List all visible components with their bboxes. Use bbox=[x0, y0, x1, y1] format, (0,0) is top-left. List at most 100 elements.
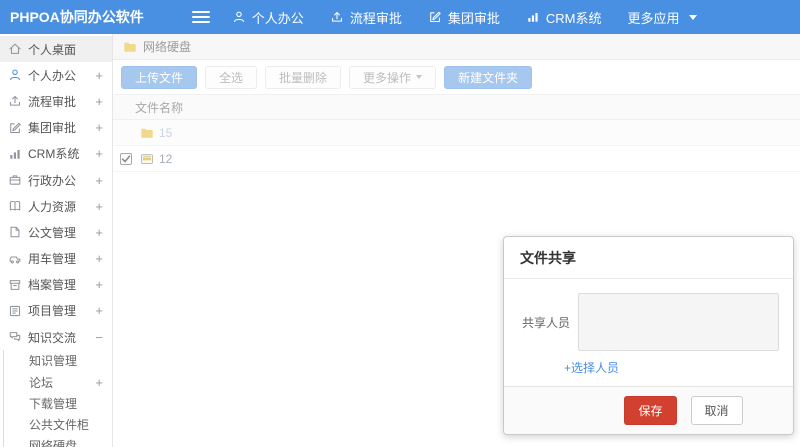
topbar-nav-label: 集团审批 bbox=[447, 10, 500, 26]
file-table-body: 15 12 bbox=[113, 120, 800, 172]
page: PHPOA协同办公软件 个人办公 流程审批 集团审批 CRM系统 更多应用 个人… bbox=[0, 0, 800, 447]
expand-toggle-icon[interactable]: + bbox=[95, 376, 103, 389]
topbar-nav-label: 流程审批 bbox=[349, 10, 402, 26]
folder-icon bbox=[123, 40, 137, 54]
expand-toggle-icon[interactable]: + bbox=[95, 278, 103, 291]
toolbar: 上传文件 全选 批量删除 更多操作 新建文件夹 bbox=[113, 60, 800, 94]
sidebar-item-label: 知识交流 bbox=[28, 330, 77, 345]
expand-toggle-icon[interactable]: + bbox=[95, 147, 103, 160]
sidebar-item[interactable]: 公文管理 + bbox=[0, 219, 112, 245]
sidebar-item-label: 个人办公 bbox=[28, 68, 77, 83]
file-name[interactable]: 12 bbox=[159, 152, 172, 166]
sidebar-subitem[interactable]: 下载管理 bbox=[4, 393, 112, 414]
column-file-name: 文件名称 bbox=[135, 100, 184, 115]
upload-icon bbox=[330, 10, 344, 24]
sidebar-item-label: 个人桌面 bbox=[28, 42, 77, 57]
sidebar-subitem[interactable]: 知识管理 bbox=[4, 350, 112, 371]
expand-toggle-icon[interactable]: + bbox=[95, 252, 103, 265]
sidebar-item[interactable]: 集团审批 + bbox=[0, 115, 112, 141]
folder-icon bbox=[139, 126, 155, 140]
sidebar-subitem[interactable]: 公共文件柜 bbox=[4, 414, 112, 435]
sidebar-item-label: 行政办公 bbox=[28, 173, 77, 188]
caret-down-icon bbox=[689, 14, 698, 20]
sidebar-subitem[interactable]: 论坛 + bbox=[4, 371, 112, 392]
row-checkbox[interactable] bbox=[120, 152, 132, 165]
expand-toggle-icon[interactable]: + bbox=[95, 174, 103, 187]
sidebar-item-label: CRM系统 bbox=[28, 147, 80, 162]
sidebar-item-label: 公文管理 bbox=[28, 225, 77, 240]
table-row[interactable]: 15 bbox=[113, 120, 800, 146]
sidebar-menu: 个人桌面 个人办公 + 流程审批 + 集团审批 + CRM系统 + 行政办公 +… bbox=[0, 34, 112, 350]
chat-icon bbox=[8, 330, 22, 344]
sidebar-subitem-label: 网络硬盘 bbox=[29, 439, 78, 447]
topbar-nav-item[interactable]: CRM系统 bbox=[526, 8, 602, 27]
upload-file-button[interactable]: 上传文件 bbox=[121, 65, 198, 89]
topbar-nav-item[interactable]: 更多应用 bbox=[627, 8, 698, 27]
expand-toggle-icon[interactable]: − bbox=[95, 331, 103, 344]
share-members-field[interactable] bbox=[578, 293, 779, 351]
edit-icon bbox=[8, 121, 22, 135]
app-logo: PHPOA协同办公软件 bbox=[10, 9, 144, 25]
archive-icon bbox=[8, 278, 22, 292]
chart-icon bbox=[526, 10, 540, 24]
car-icon bbox=[8, 252, 22, 266]
sidebar-item-label: 档案管理 bbox=[28, 278, 77, 293]
topbar-nav-label: CRM系统 bbox=[545, 10, 602, 26]
expand-toggle-icon[interactable]: + bbox=[95, 304, 103, 317]
sidebar-item[interactable]: 行政办公 + bbox=[0, 167, 112, 193]
batch-delete-button[interactable]: 批量删除 bbox=[265, 65, 342, 89]
sidebar-subitem-label: 下载管理 bbox=[29, 396, 78, 411]
topbar-nav-item[interactable]: 流程审批 bbox=[330, 8, 402, 27]
dialog-title: 文件共享 bbox=[504, 237, 793, 279]
sidebar-item-label: 用车管理 bbox=[28, 252, 77, 267]
share-members-label: 共享人员 bbox=[521, 315, 570, 330]
expand-toggle-icon[interactable]: + bbox=[95, 226, 103, 239]
hamburger-menu-icon[interactable] bbox=[191, 11, 210, 23]
topbar-nav-item[interactable]: 个人办公 bbox=[232, 8, 304, 27]
sidebar-subitem[interactable]: 网络硬盘 bbox=[4, 435, 112, 447]
table-row[interactable]: 12 bbox=[113, 146, 800, 172]
sidebar-item[interactable]: CRM系统 + bbox=[0, 141, 112, 167]
sidebar-item-label: 流程审批 bbox=[28, 94, 77, 109]
topbar-nav-label: 个人办公 bbox=[251, 10, 304, 26]
sidebar-item[interactable]: 用车管理 + bbox=[0, 246, 112, 272]
select-all-button[interactable]: 全选 bbox=[205, 65, 258, 89]
sidebar-item[interactable]: 人力资源 + bbox=[0, 193, 112, 219]
expand-toggle-icon[interactable]: + bbox=[95, 95, 103, 108]
sidebar-item-label: 人力资源 bbox=[28, 199, 77, 214]
sidebar-item[interactable]: 档案管理 + bbox=[0, 272, 112, 298]
dialog-footer: 保存 取消 bbox=[504, 386, 793, 434]
sidebar-item-label: 项目管理 bbox=[28, 304, 77, 319]
edit-icon bbox=[428, 10, 442, 24]
breadcrumb-label: 网络硬盘 bbox=[143, 40, 192, 54]
table-header: 文件名称 bbox=[113, 94, 800, 120]
sidebar-item[interactable]: 流程审批 + bbox=[0, 88, 112, 114]
topbar-nav: 个人办公 流程审批 集团审批 CRM系统 更多应用 bbox=[232, 8, 698, 27]
dialog-body: 共享人员 bbox=[504, 279, 793, 351]
save-button[interactable]: 保存 bbox=[624, 396, 677, 425]
expand-toggle-icon[interactable]: + bbox=[95, 69, 103, 82]
sidebar-item[interactable]: 个人桌面 bbox=[0, 36, 112, 63]
sidebar-item[interactable]: 知识交流 − bbox=[0, 324, 112, 350]
file-icon bbox=[139, 152, 155, 166]
book-icon bbox=[8, 199, 22, 213]
expand-toggle-icon[interactable]: + bbox=[95, 200, 103, 213]
more-actions-button[interactable]: 更多操作 bbox=[349, 65, 437, 89]
breadcrumb: 网络硬盘 bbox=[113, 34, 800, 60]
caret-down-icon bbox=[416, 75, 423, 79]
user-icon bbox=[232, 10, 246, 24]
expand-toggle-icon[interactable]: + bbox=[95, 121, 103, 134]
sidebar-item-label: 集团审批 bbox=[28, 121, 77, 136]
document-icon bbox=[8, 225, 22, 239]
sidebar: 个人桌面 个人办公 + 流程审批 + 集团审批 + CRM系统 + 行政办公 +… bbox=[0, 34, 113, 447]
sidebar-subitem-label: 公共文件柜 bbox=[29, 417, 90, 432]
cancel-button[interactable]: 取消 bbox=[690, 396, 743, 425]
sidebar-item[interactable]: 项目管理 + bbox=[0, 298, 112, 324]
select-members-link[interactable]: +选择人员 bbox=[564, 359, 619, 376]
sidebar-item[interactable]: 个人办公 + bbox=[0, 62, 112, 88]
project-icon bbox=[8, 304, 22, 318]
file-name[interactable]: 15 bbox=[159, 126, 172, 140]
new-folder-button[interactable]: 新建文件夹 bbox=[444, 65, 533, 89]
topbar: PHPOA协同办公软件 个人办公 流程审批 集团审批 CRM系统 更多应用 bbox=[0, 0, 800, 34]
topbar-nav-item[interactable]: 集团审批 bbox=[428, 8, 500, 27]
